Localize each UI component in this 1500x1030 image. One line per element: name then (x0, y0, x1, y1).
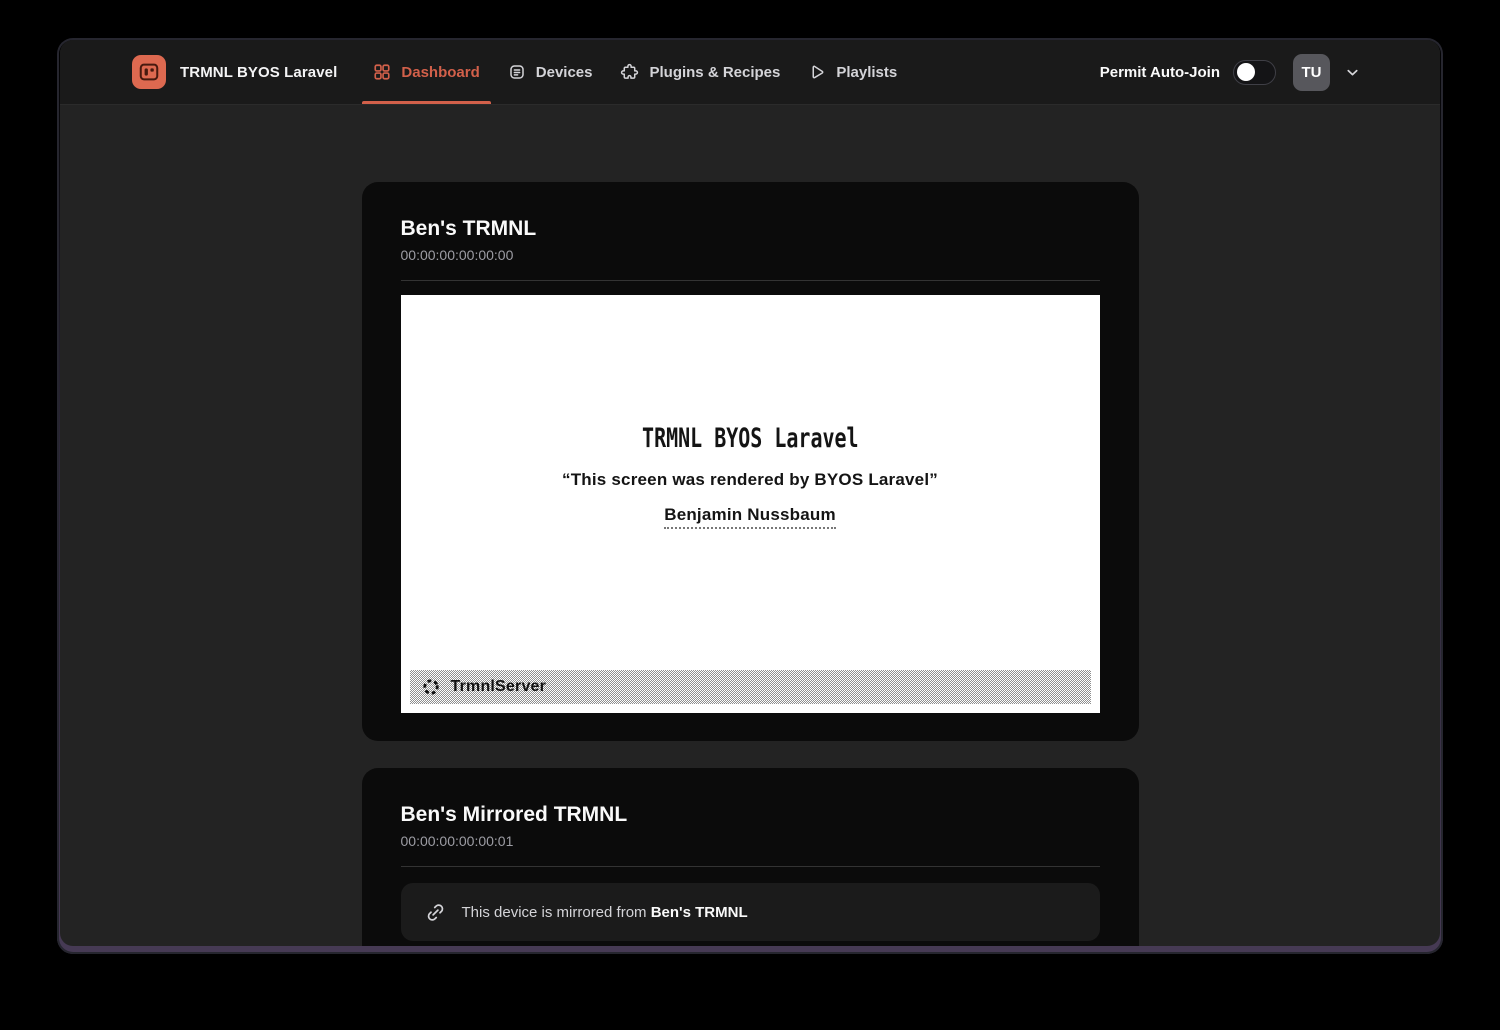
nav-label: Plugins & Recipes (649, 64, 780, 81)
mirror-source-device: Ben's TRMNL (651, 904, 748, 921)
user-avatar[interactable]: TU (1293, 54, 1330, 91)
device-mac-address: 00:00:00:00:00:01 (401, 833, 1100, 850)
app-window: TRMNL BYOS Laravel Dashboard (60, 40, 1440, 946)
user-menu-chevron-down-icon[interactable] (1343, 63, 1362, 82)
divider (401, 866, 1100, 867)
link-icon (424, 901, 447, 924)
screen-body: TRMNL BYOS Laravel “This screen was rend… (401, 423, 1100, 529)
device-card-bens-mirrored-trmnl: Ben's Mirrored TRMNL 00:00:00:00:00:01 T… (362, 768, 1139, 946)
main-nav: Dashboard Devices (359, 40, 911, 104)
nav-label: Dashboard (401, 64, 479, 81)
screen-title: TRMNL BYOS Laravel (642, 423, 859, 454)
play-icon (808, 63, 826, 81)
nav-item-playlists[interactable]: Playlists (794, 40, 911, 104)
screen-footer-bar: TrmnlServer (410, 670, 1091, 704)
mirror-notice-prefix: This device is mirrored from (462, 904, 651, 921)
dashboard-content: Ben's TRMNL 00:00:00:00:00:00 TRMNL BYOS… (60, 105, 1440, 946)
device-mac-address: 00:00:00:00:00:00 (401, 247, 1100, 264)
divider (401, 280, 1100, 281)
toggle-knob (1237, 63, 1255, 81)
nav-label: Playlists (836, 64, 897, 81)
screen-author-link: Benjamin Nussbaum (664, 505, 836, 529)
app-window-frame: TRMNL BYOS Laravel Dashboard (57, 38, 1443, 954)
permit-auto-join-toggle[interactable] (1233, 60, 1276, 85)
mirror-notice-text: This device is mirrored from Ben's TRMNL (462, 904, 748, 921)
nav-item-devices[interactable]: Devices (494, 40, 607, 104)
trmnl-logo-icon (132, 55, 166, 89)
top-navbar: TRMNL BYOS Laravel Dashboard (60, 40, 1440, 105)
device-name: Ben's Mirrored TRMNL (401, 802, 1100, 828)
nav-label: Devices (536, 64, 593, 81)
device-screen-preview: TRMNL BYOS Laravel “This screen was rend… (401, 295, 1100, 713)
device-card-bens-trmnl: Ben's TRMNL 00:00:00:00:00:00 TRMNL BYOS… (362, 182, 1139, 741)
nav-item-dashboard[interactable]: Dashboard (359, 40, 493, 104)
header-right-controls: Permit Auto-Join TU (1100, 40, 1362, 104)
nav-item-plugins-recipes[interactable]: Plugins & Recipes (606, 40, 794, 104)
app-title: TRMNL BYOS Laravel (180, 64, 337, 81)
brand[interactable]: TRMNL BYOS Laravel (132, 40, 337, 104)
screen-quote: “This screen was rendered by BYOS Larave… (562, 470, 938, 490)
screen-footer-plugin-label: TrmnlServer (451, 678, 547, 696)
mirror-notice: This device is mirrored from Ben's TRMNL (401, 883, 1100, 941)
puzzle-icon (620, 63, 639, 82)
devices-icon (508, 63, 526, 81)
permit-auto-join-label: Permit Auto-Join (1100, 64, 1220, 81)
device-name: Ben's TRMNL (401, 216, 1100, 242)
dashboard-grid-icon (373, 63, 391, 81)
spinner-icon (421, 677, 441, 697)
